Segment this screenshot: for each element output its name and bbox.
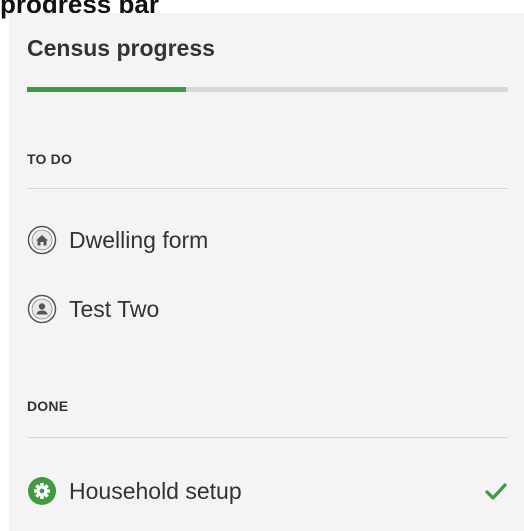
progress-bar-fill <box>27 87 186 92</box>
gear-icon <box>27 476 57 506</box>
done-divider <box>27 437 508 438</box>
nav-item-test-two[interactable]: Test Two <box>27 289 508 329</box>
nav-item-dwelling-form[interactable]: Dwelling form <box>27 220 508 260</box>
checkmark-icon <box>484 479 508 503</box>
todo-divider <box>27 188 508 189</box>
nav-item-household-setup[interactable]: Household setup <box>27 471 508 511</box>
nav-item-label: Test Two <box>69 295 160 322</box>
progress-bar <box>27 87 508 92</box>
home-icon <box>27 225 57 255</box>
nav-item-label: Household setup <box>69 477 242 504</box>
person-icon <box>27 294 57 324</box>
panel-title: Census progress <box>27 35 215 61</box>
census-progress-panel: Census progress TO DO Dwelling form Test… <box>9 13 524 531</box>
done-heading: DONE <box>27 398 69 414</box>
todo-heading: TO DO <box>27 151 73 167</box>
nav-item-label: Dwelling form <box>69 226 209 253</box>
